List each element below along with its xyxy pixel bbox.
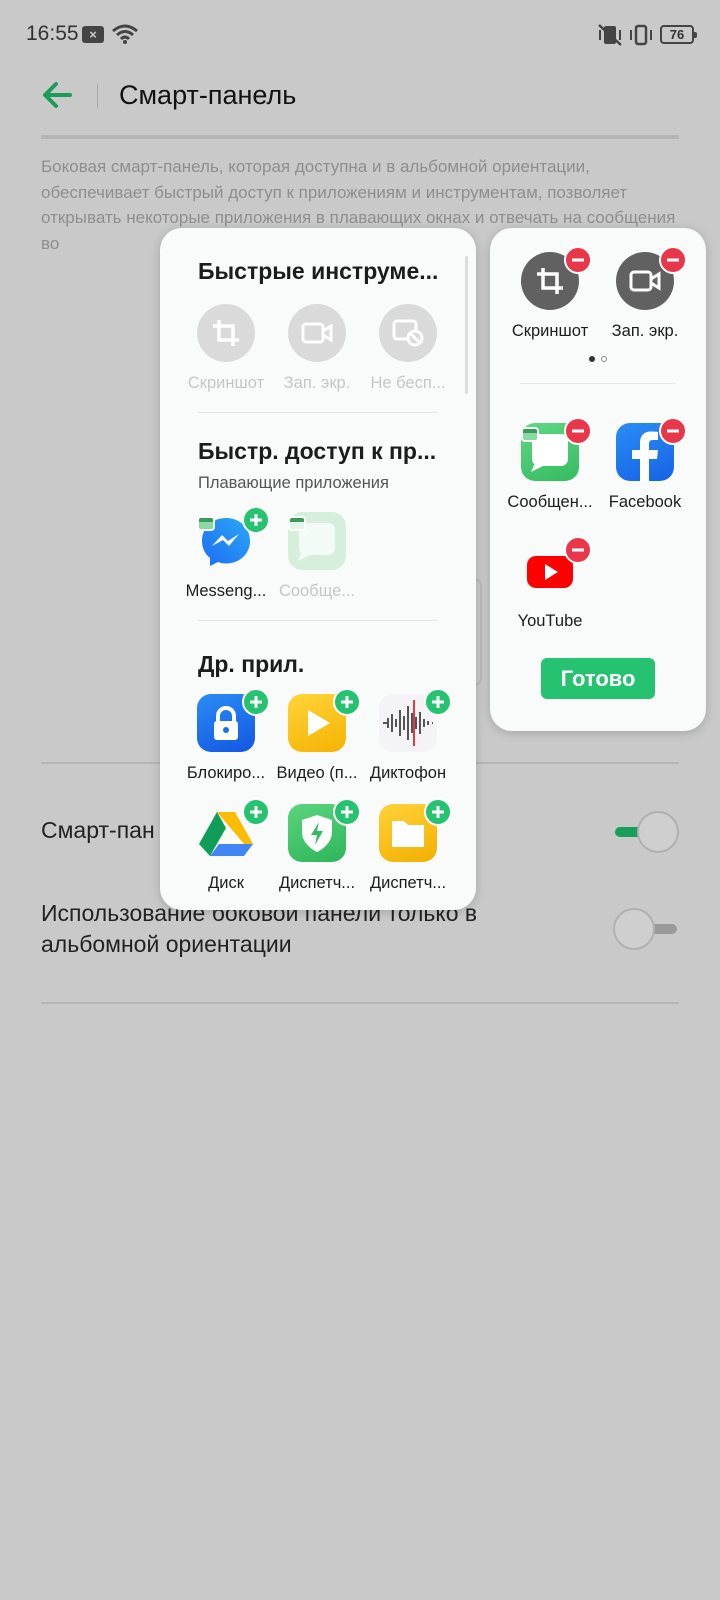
add-icon[interactable] [242, 688, 270, 716]
available-items-sheet[interactable]: Быстрые инструме... Скриншот Зап. экр. Н… [160, 228, 476, 910]
app-messenger[interactable]: Messeng... [176, 506, 276, 612]
floating-window-icon [197, 516, 215, 531]
remove-icon[interactable] [564, 417, 592, 445]
tile-label: Facebook [608, 493, 682, 511]
app-video-player[interactable]: Видео (п... [267, 688, 367, 794]
app-lock[interactable]: Блокиро... [176, 688, 276, 794]
header-divider [41, 135, 679, 139]
back-arrow-icon [43, 82, 72, 108]
add-icon[interactable] [333, 798, 361, 826]
floating-window-icon [288, 516, 306, 531]
selected-app-messages[interactable]: Сообщен... [502, 417, 598, 519]
remove-icon[interactable] [659, 417, 687, 445]
page-dot-active [589, 356, 595, 362]
tile-label: Сообщен... [507, 493, 593, 511]
selected-tool-screenshot[interactable]: Скриншот [502, 246, 598, 348]
page-indicator [589, 355, 609, 363]
tool-screenshot[interactable]: Скриншот [176, 304, 276, 404]
battery-icon: 76 [660, 25, 697, 44]
tile-label: Не бесп... [370, 374, 446, 392]
section-divider [520, 383, 676, 384]
scrollbar[interactable] [465, 256, 468, 394]
remove-icon[interactable] [564, 536, 592, 564]
tile-label: Диктофон [369, 764, 447, 782]
header-separator [97, 84, 98, 108]
crop-icon [197, 304, 255, 362]
smart-panel-setting-label: Смарт-пан [41, 817, 155, 843]
tile-label: Сообще... [278, 582, 356, 600]
tile-label: Скриншот [511, 322, 589, 340]
add-icon[interactable] [242, 506, 270, 534]
smart-panel-toggle[interactable] [613, 811, 679, 853]
tile-label: Диспетч... [278, 874, 356, 892]
floating-apps-subtitle: Плавающие приложения [198, 474, 389, 492]
add-icon[interactable] [242, 798, 270, 826]
add-icon[interactable] [424, 798, 452, 826]
notification-icon: × [82, 26, 104, 43]
section-divider [198, 620, 438, 621]
messages-icon [288, 512, 346, 570]
tile-label: Диск [208, 874, 244, 892]
page-dot [601, 356, 607, 362]
vibrate-mute-icon [598, 24, 622, 46]
do-not-disturb-icon [379, 304, 437, 362]
toggle-knob [613, 908, 655, 950]
app-google-drive[interactable]: Диск [176, 798, 276, 904]
add-icon[interactable] [424, 688, 452, 716]
quick-tools-title: Быстрые инструме... [198, 258, 439, 284]
app-phone-manager[interactable]: Диспетч... [267, 798, 367, 904]
tile-label: Messeng... [185, 582, 267, 600]
tool-do-not-disturb[interactable]: Не бесп... [358, 304, 458, 404]
tool-screen-record[interactable]: Зап. экр. [267, 304, 367, 404]
tile-label: YouTube [517, 612, 583, 630]
tile-label: Видео (п... [276, 764, 358, 782]
status-bar: 16:55 × 76 [0, 0, 720, 70]
divider [41, 1002, 679, 1004]
toggle-knob [637, 811, 679, 853]
app-voice-recorder[interactable]: Диктофон [358, 688, 458, 794]
add-icon[interactable] [333, 688, 361, 716]
selected-tool-screen-record[interactable]: Зап. экр. [597, 246, 693, 348]
quick-access-title: Быстр. доступ к пр... [198, 438, 437, 464]
wifi-icon [112, 24, 138, 44]
tile-label: Зап. экр. [283, 374, 351, 392]
page-title: Смарт-панель [119, 80, 297, 110]
video-record-icon [288, 304, 346, 362]
tile-label: Диспетч... [369, 874, 447, 892]
selected-items-sheet[interactable]: Скриншот Зап. экр. Сообщен... Facebook Y… [490, 228, 706, 731]
landscape-only-toggle[interactable] [613, 908, 679, 950]
battery-level: 76 [669, 27, 685, 42]
floating-window-icon [521, 427, 539, 442]
remove-icon[interactable] [564, 246, 592, 274]
app-file-manager[interactable]: Диспетч... [358, 798, 458, 904]
section-divider [198, 412, 438, 413]
tile-label: Зап. экр. [611, 322, 679, 340]
tile-label: Блокиро... [186, 764, 266, 782]
selected-app-youtube[interactable]: YouTube [502, 536, 598, 638]
app-messages[interactable]: Сообще... [267, 512, 367, 612]
selected-app-facebook[interactable]: Facebook [597, 417, 693, 519]
remove-icon[interactable] [659, 246, 687, 274]
tile-label: Скриншот [187, 374, 265, 392]
back-button[interactable] [40, 78, 80, 114]
other-apps-title: Др. прил. [198, 651, 305, 677]
status-time: 16:55 [26, 22, 79, 45]
rotation-icon [630, 24, 652, 46]
done-button[interactable]: Готово [541, 658, 655, 699]
